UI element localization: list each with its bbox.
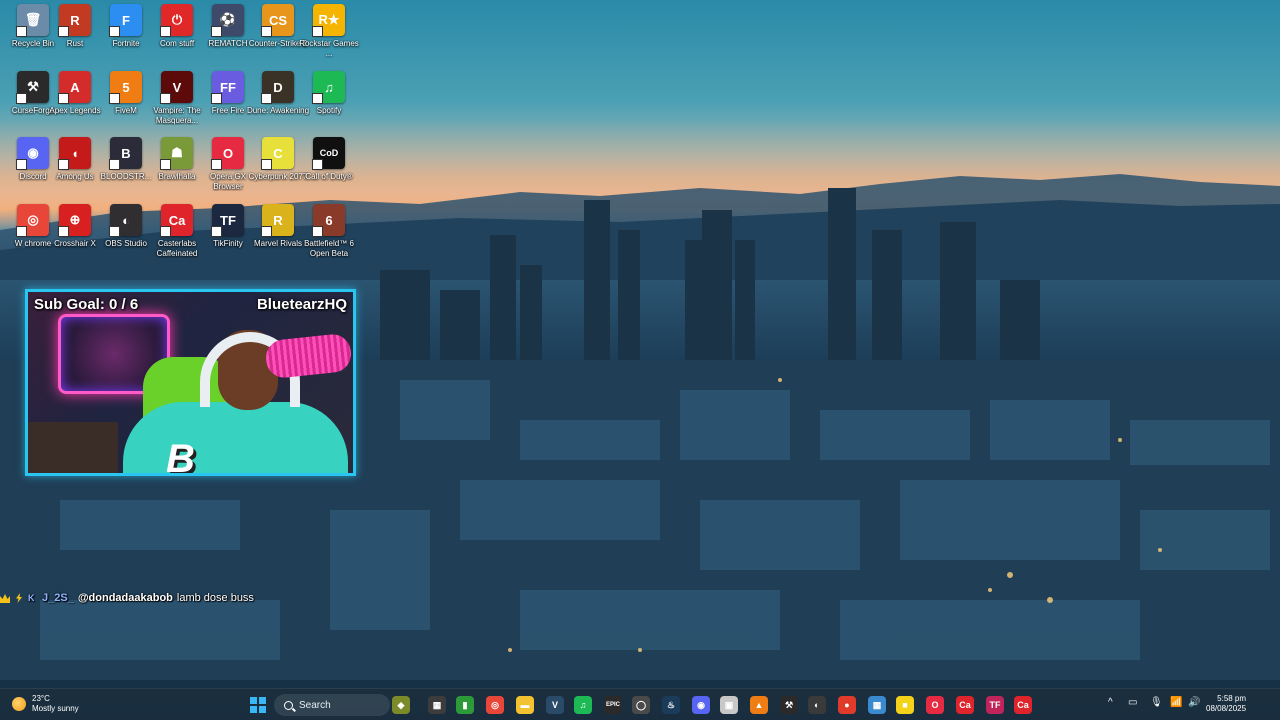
obs-taskbar-icon[interactable]: ◐ <box>808 696 826 714</box>
curseforge-taskbar-icon[interactable]: ⚒ <box>780 696 798 714</box>
windows-logo-pane <box>250 706 257 713</box>
spotify-icon: ♫ <box>312 71 345 104</box>
channel-logo: B <box>166 437 195 476</box>
streamer-body <box>123 402 348 473</box>
k-badge-icon: K <box>28 593 35 603</box>
xbox-bar-icon[interactable]: ▮ <box>456 696 474 714</box>
vs-code-icon[interactable]: V <box>546 696 564 714</box>
marvel-rivals-icon: R <box>261 204 294 237</box>
obs-icon: ◐ <box>109 204 142 237</box>
weather-desc: Mostly sunny <box>32 704 79 713</box>
chrome-taskbar-icon[interactable]: ◎ <box>486 696 504 714</box>
dune-icon: D <box>261 71 294 104</box>
taskbar-search[interactable]: Search <box>274 694 390 716</box>
search-placeholder: Search <box>299 699 331 711</box>
crosshair-icon: ⊕ <box>58 204 91 237</box>
fortnite-icon: F <box>109 4 142 37</box>
spotify-taskbar-icon[interactable]: ♫ <box>574 696 592 714</box>
brawlhalla-icon: ☗ <box>160 137 193 170</box>
chat-mention: @dondadaakabob <box>77 592 173 604</box>
casterlabs-icon: Ca <box>160 204 193 237</box>
windows-logo-pane <box>250 697 257 704</box>
weather-widget[interactable]: 23°C Mostly sunny <box>12 694 79 714</box>
sun-icon <box>12 697 26 711</box>
desktop-icon[interactable]: R★ Rockstar Games ... <box>297 4 361 70</box>
circle-app-icon[interactable]: ◯ <box>632 696 650 714</box>
file-explorer-icon[interactable]: ▬ <box>516 696 534 714</box>
show-hidden-icons[interactable]: ^ <box>1108 697 1113 708</box>
desktop-icon-grid: 🗑 Recycle Bin R Rust F Fortnite ⏻ Com stuff ⚽ REM… <box>0 0 360 270</box>
casterlabs-taskbar-icon[interactable]: Ca <box>956 696 974 714</box>
desktop-icon[interactable]: 6 Battlefield™ 6 Open Beta <box>297 204 361 270</box>
desktop-icon[interactable]: ♫ Spotify <box>297 71 361 137</box>
taskbar: 23°C Mostly sunny Search ◆ ▦ ▮ ◎ ▬ V ♫ EPIC ◯ ♨ ◉ ▣… <box>0 688 1280 720</box>
among-us-icon: ◖ <box>58 137 91 170</box>
recording-app-icon[interactable]: ● <box>838 696 856 714</box>
power-icon: ⏻ <box>160 4 193 37</box>
vlc-icon[interactable]: ▲ <box>750 696 768 714</box>
clock-time: 5:58 pm <box>1217 694 1247 703</box>
epic-games-icon[interactable]: EPIC <box>604 696 622 714</box>
free-fire-icon: FF <box>211 71 244 104</box>
task-view-icon[interactable]: ▦ <box>428 696 446 714</box>
opera-gx-taskbar-icon[interactable]: O <box>926 696 944 714</box>
windows-logo-pane <box>259 706 266 713</box>
crown-badge-icon <box>0 594 10 603</box>
wifi-icon[interactable]: 📶 <box>1170 697 1182 708</box>
clock-date: 08/08/2025 <box>1206 704 1247 713</box>
steam-icon[interactable]: ♨ <box>662 696 680 714</box>
desktop-icon[interactable]: CoD Call of Duty® <box>297 137 361 203</box>
opera-gx-icon: O <box>211 137 244 170</box>
chat-message: K J_2S_ @dondadaakabob lamb dose buss <box>0 590 254 606</box>
start-button[interactable] <box>250 697 266 713</box>
microphone-icon[interactable]: 🎙 <box>1150 697 1163 708</box>
capture-icon[interactable]: ▣ <box>720 696 738 714</box>
weather-temp: 23°C <box>32 694 50 703</box>
rematch-icon: ⚽ <box>211 4 244 37</box>
counter-strike-icon: CS <box>261 4 294 37</box>
volume-icon[interactable]: 🔊 <box>1188 697 1200 708</box>
search-icon <box>284 700 293 710</box>
sticky-notes-icon[interactable]: ■ <box>896 696 914 714</box>
apex-icon: A <box>58 71 91 104</box>
windows-logo-pane <box>259 697 266 704</box>
tikfinity-taskbar-icon[interactable]: TF <box>986 696 1004 714</box>
taskbar-clock[interactable]: 5:58 pm 08/08/2025 <box>1206 694 1246 714</box>
chat-text: lamb dose buss <box>176 592 254 604</box>
discord-taskbar-icon[interactable]: ◉ <box>692 696 710 714</box>
vampire-icon: V <box>160 71 193 104</box>
desktop-icon-label: Call of Duty® <box>305 172 353 181</box>
webcam-shelf <box>28 422 118 473</box>
desktop-icon-label: Battlefield™ 6 Open Beta <box>304 239 354 258</box>
bolt-badge-icon <box>16 593 22 603</box>
rust-icon: R <box>58 4 91 37</box>
rockstar-icon: R★ <box>312 4 345 37</box>
fivem-icon: 5 <box>109 71 142 104</box>
desktop-icon-label: Spotify <box>316 106 342 115</box>
photos-icon[interactable]: ▦ <box>868 696 886 714</box>
cyberpunk-icon: C <box>261 137 294 170</box>
game-app-icon[interactable]: ◆ <box>392 696 410 714</box>
call-of-duty-icon: CoD <box>312 137 345 170</box>
sub-goal-label: Sub Goal: 0 / 6 <box>34 296 139 313</box>
desktop-icon-label: Rockstar Games ... <box>299 39 359 58</box>
battery-icon[interactable]: ▭ <box>1128 697 1137 708</box>
bloodstrike-icon: B <box>109 137 142 170</box>
channel-name: BluetearzHQ <box>256 296 347 313</box>
microphone <box>264 332 353 380</box>
chat-username: J_2S_ <box>42 592 74 604</box>
battlefield-icon: 6 <box>312 204 345 237</box>
casterlabs-taskbar-icon-2[interactable]: Ca <box>1014 696 1032 714</box>
tikfinity-icon: TF <box>211 204 244 237</box>
webcam-overlay: B Sub Goal: 0 / 6 BluetearzHQ <box>25 289 356 476</box>
